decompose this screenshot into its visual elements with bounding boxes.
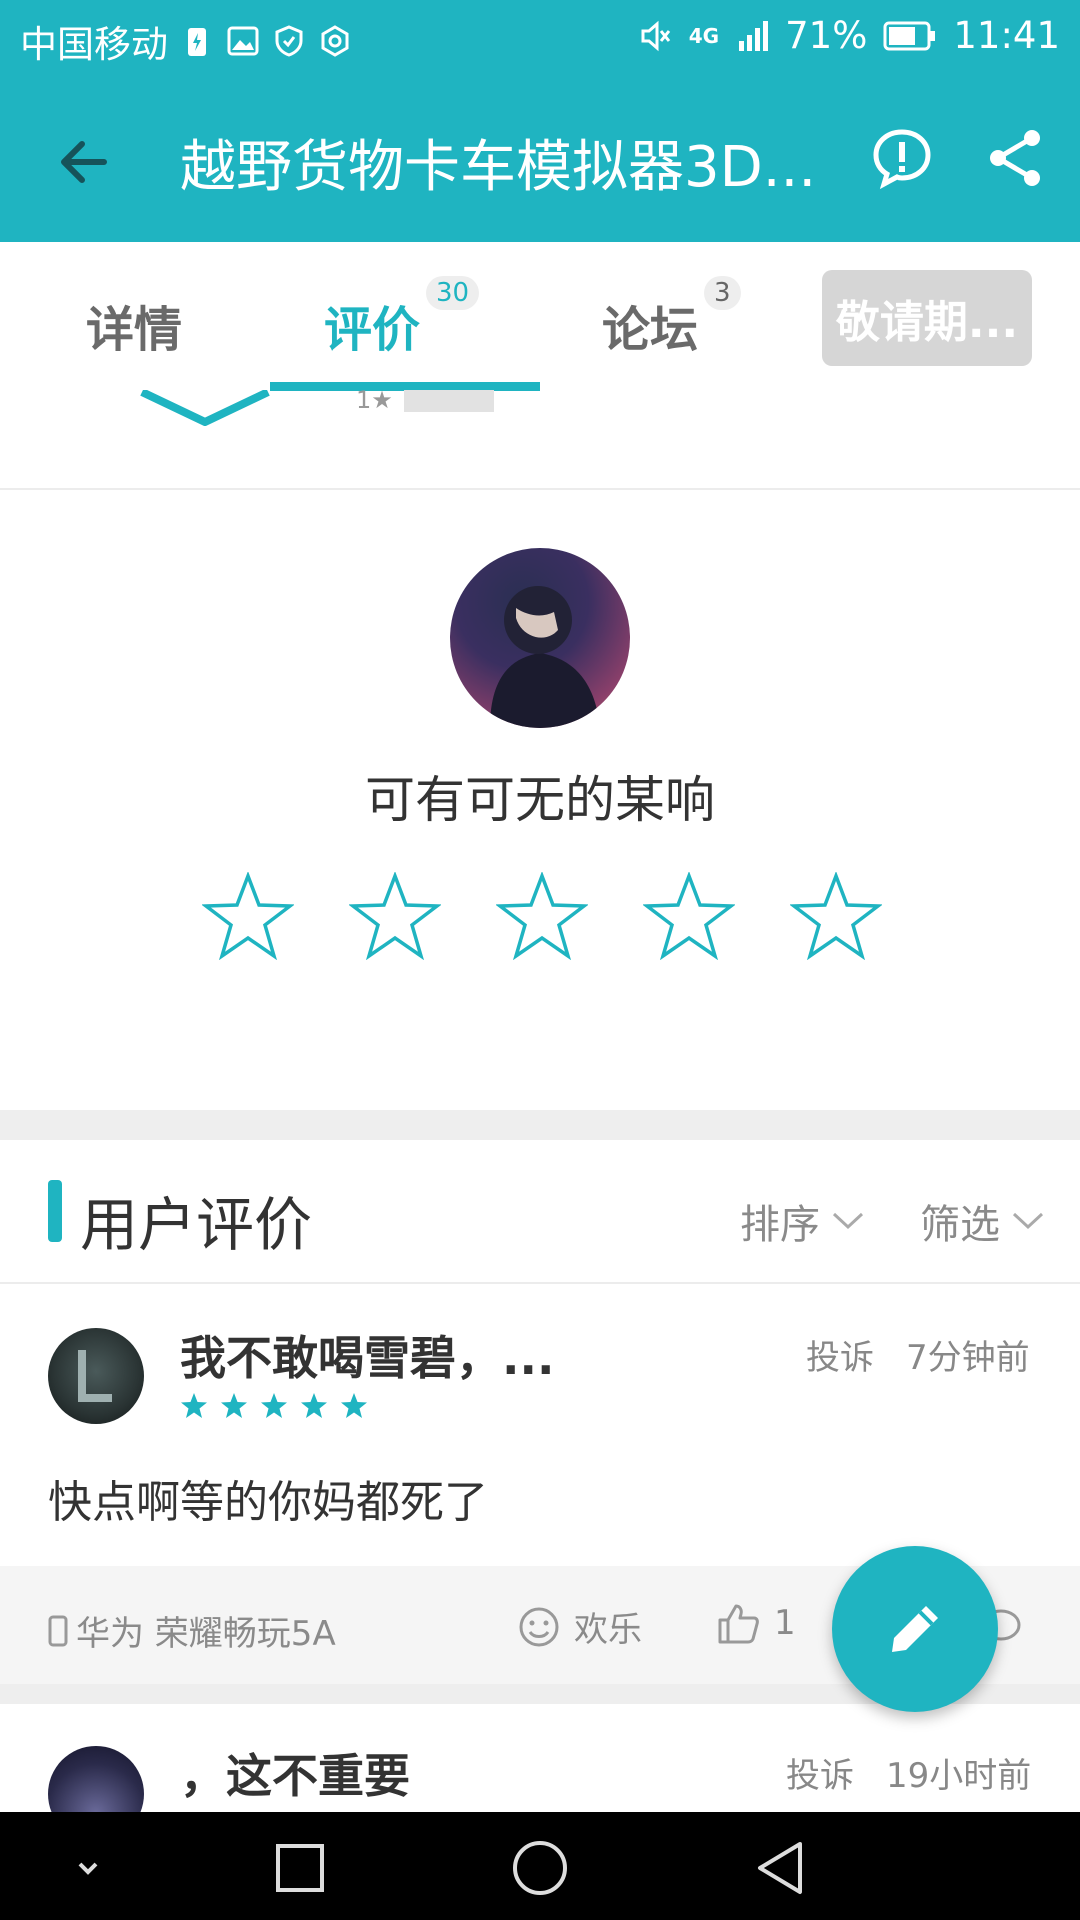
report-link[interactable]: 投诉 (786, 1748, 854, 1797)
star-icon (261, 1393, 287, 1418)
settings-icon (321, 25, 349, 57)
clock: 11:41 (953, 14, 1060, 57)
tab-reviews[interactable]: 评价 30 (324, 276, 480, 360)
chevron-down-icon (1012, 1212, 1044, 1230)
thumbs-up-icon (718, 1604, 759, 1644)
chevron-down-icon[interactable] (58, 1838, 118, 1898)
mood-label: 欢乐 (574, 1610, 642, 1650)
battery-percent: 71% (785, 14, 868, 57)
mute-icon (641, 20, 670, 51)
image-icon (227, 26, 259, 56)
write-review-button[interactable] (832, 1546, 998, 1712)
phone-icon (48, 1615, 68, 1646)
pencil-icon (892, 1606, 938, 1652)
divider (0, 488, 1080, 490)
star-button-2[interactable] (349, 872, 441, 960)
device-label: 华为 荣耀畅玩5A (76, 1614, 336, 1654)
star-icon (221, 1393, 247, 1418)
filter-button[interactable]: 筛选 (920, 1192, 1044, 1250)
review-body: 快点啊等的你妈都死了 (48, 1477, 488, 1528)
report-link[interactable]: 投诉 (806, 1330, 874, 1379)
review-time: 7分钟前 (906, 1338, 1030, 1378)
like-button[interactable]: 1 (716, 1602, 796, 1644)
rating-bar (404, 390, 494, 412)
tab-label: 论坛 (602, 302, 699, 358)
star-level-label: 1★ (356, 386, 393, 414)
reviewer-name[interactable]: ，这不重要 (180, 1740, 410, 1806)
share-icon[interactable] (984, 126, 1048, 190)
star-icon (341, 1393, 367, 1418)
status-bar: 中国移动 4G 71% 11:41 (0, 0, 1080, 78)
reviewer-name[interactable]: 我不敢喝雪碧，... (180, 1322, 554, 1388)
page-title: 越野货物卡车模拟器3D... (180, 135, 817, 200)
tab-label: 评价 (324, 302, 421, 358)
star-icon (301, 1393, 327, 1418)
home-icon[interactable] (510, 1838, 570, 1898)
section-accent-bar (48, 1180, 62, 1242)
battery-charging-icon (188, 28, 206, 56)
chevron-down-icon (140, 390, 270, 426)
app-header: 中国移动 4G 71% 11:41 越野货物卡车模拟器3D... (0, 0, 1080, 242)
sort-label: 排序 (740, 1202, 820, 1248)
review-time: 19小时前 (886, 1756, 1032, 1796)
back-icon[interactable] (750, 1838, 810, 1898)
system-nav-bar (0, 1812, 1080, 1920)
battery-icon (883, 21, 936, 50)
section-title: 用户评价 (80, 1191, 313, 1259)
tab-badge: 30 (426, 276, 480, 310)
shield-icon (275, 25, 303, 57)
chevron-down-icon (832, 1212, 864, 1230)
tab-forum[interactable]: 论坛 3 (602, 276, 741, 360)
tab-details[interactable]: 详情 (86, 290, 182, 360)
star-button-3[interactable] (496, 872, 588, 960)
divider (0, 1282, 1080, 1284)
review-rating (180, 1392, 368, 1420)
user-avatar[interactable] (450, 548, 630, 728)
device-info: 华为 荣耀畅玩5A (48, 1606, 336, 1655)
title-bar: 越野货物卡车模拟器3D... (0, 78, 1080, 242)
recent-apps-icon[interactable] (270, 1838, 330, 1898)
network-type: 4G (688, 23, 720, 48)
coming-soon-button[interactable]: 敬请期... (822, 270, 1032, 366)
star-button-4[interactable] (643, 872, 735, 960)
star-icon (181, 1393, 207, 1418)
reviewer-avatar[interactable] (48, 1328, 144, 1424)
mood-tag: 欢乐 (518, 1602, 642, 1651)
tab-badge: 3 (704, 276, 741, 310)
filter-label: 筛选 (920, 1202, 1000, 1248)
sort-button[interactable]: 排序 (740, 1192, 864, 1250)
avatar-logo (78, 1350, 112, 1402)
tab-label: 详情 (86, 302, 183, 358)
smiley-icon (519, 1607, 559, 1646)
avatar-figure (490, 586, 600, 728)
carrier-label: 中国移动 (20, 23, 168, 66)
signal-icon (739, 20, 769, 51)
current-username: 可有可无的某响 (365, 771, 715, 829)
like-count: 1 (774, 1603, 796, 1643)
reviews-header: 用户评价 排序 筛选 (0, 1140, 1080, 1282)
rating-stars-input (202, 872, 882, 962)
section-gap (0, 1110, 1080, 1140)
star-button-1[interactable] (202, 872, 294, 960)
alert-icon[interactable] (870, 126, 934, 190)
back-arrow-icon[interactable] (48, 126, 120, 198)
star-button-5[interactable] (790, 872, 882, 960)
